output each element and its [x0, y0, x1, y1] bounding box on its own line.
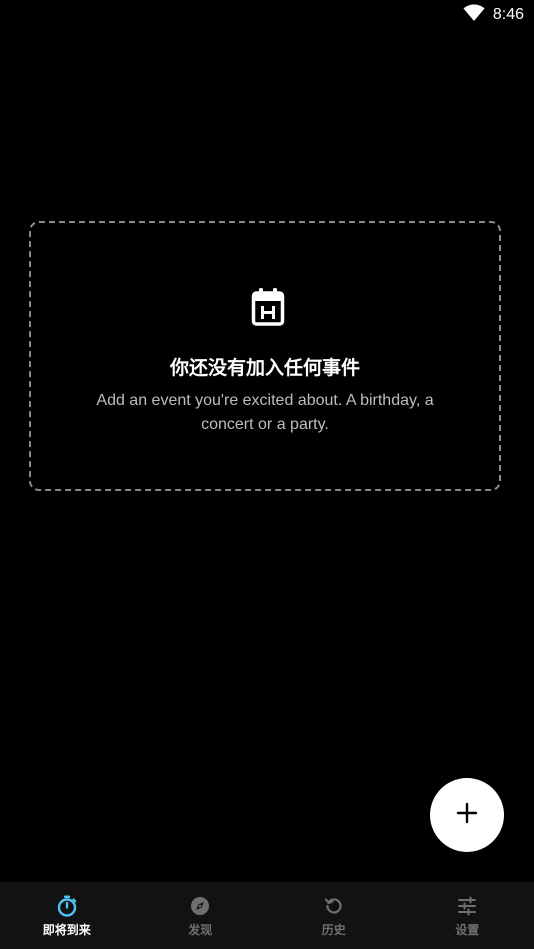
nav-item-history[interactable]: 历史	[267, 882, 401, 949]
wifi-icon	[463, 4, 485, 26]
empty-state-title: 你还没有加入任何事件	[169, 357, 360, 379]
nav-item-upcoming[interactable]: 即将到来	[0, 882, 134, 949]
status-time: 8:46	[492, 6, 524, 23]
compass-icon	[189, 895, 211, 917]
nav-item-settings[interactable]: 设置	[401, 882, 534, 949]
status-indicators: 8:46	[463, 4, 524, 26]
stopwatch-icon	[56, 895, 78, 917]
status-bar: 8:46	[0, 0, 534, 30]
calendar-icon	[251, 287, 285, 327]
nav-item-discover[interactable]: 发现	[134, 882, 268, 949]
history-icon	[323, 895, 345, 917]
bottom-navigation: 即将到来 发现 历史 设置	[0, 882, 534, 949]
nav-label-upcoming: 即将到来	[42, 923, 91, 937]
sliders-icon	[456, 895, 478, 917]
empty-state-description: Add an event you're excited about. A bir…	[96, 392, 434, 433]
add-event-button[interactable]	[430, 778, 504, 852]
nav-label-settings: 设置	[455, 923, 480, 937]
empty-events-card: 你还没有加入任何事件 Add an event you're excited a…	[29, 221, 501, 491]
nav-label-discover: 发现	[188, 923, 213, 937]
nav-label-history: 历史	[321, 923, 346, 937]
plus-icon	[456, 802, 478, 828]
